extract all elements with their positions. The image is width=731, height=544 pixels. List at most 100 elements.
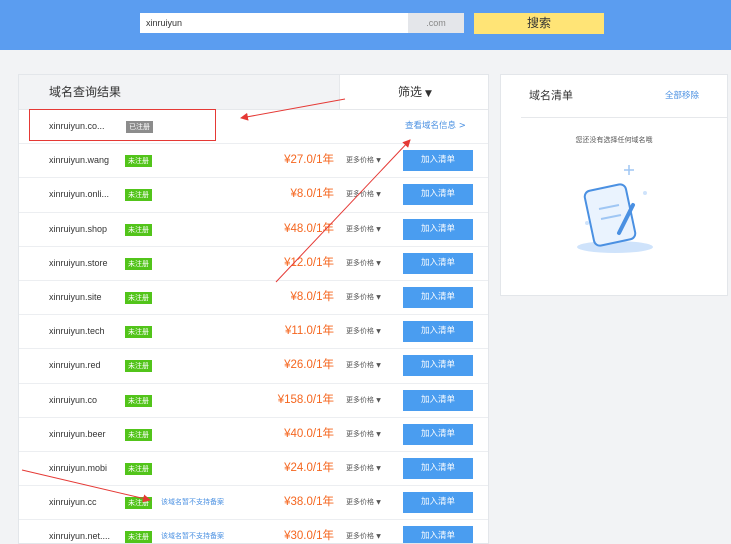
add-to-list-button[interactable]: 加入清单 <box>403 389 473 411</box>
caret-down-icon: ▼ <box>376 430 381 438</box>
add-to-list-button[interactable]: 加入清单 <box>403 355 473 377</box>
caret-down-icon: ▼ <box>376 259 381 267</box>
more-prices-label: 更多价格 <box>346 429 374 438</box>
search-button[interactable]: 搜索 <box>474 13 604 34</box>
top-search-bar: xinruiyun .com 搜索 <box>0 0 731 50</box>
status-badge-unregistered: 未注册 <box>125 189 152 202</box>
filter-button[interactable]: 筛选 ▼ <box>339 75 488 109</box>
more-prices-label: 更多价格 <box>346 498 374 507</box>
add-to-list-button[interactable]: 加入清单 <box>403 184 473 206</box>
more-prices-dropdown[interactable]: 更多价格 ▼ <box>346 349 381 382</box>
empty-list-text: 您还没有选择任何域名哦 <box>575 136 653 144</box>
view-domain-info-link[interactable]: 查看域名信息 > <box>405 110 466 143</box>
result-row: xinruiyun.wang 未注册 ¥27.0/1年 更多价格 ▼ 加入清单 <box>19 144 488 179</box>
price: ¥26.0/1年 <box>284 359 334 372</box>
more-prices-label: 更多价格 <box>346 258 374 267</box>
add-to-list-button[interactable]: 加入清单 <box>403 526 473 543</box>
more-prices-dropdown[interactable]: 更多价格 ▼ <box>346 452 381 485</box>
more-prices-label: 更多价格 <box>346 327 374 336</box>
annotation-highlight-box <box>29 109 216 141</box>
add-to-list-button[interactable]: 加入清单 <box>403 252 473 274</box>
status-badge-unregistered: 未注册 <box>125 326 152 339</box>
status-badge-unregistered: 未注册 <box>125 531 152 543</box>
results-panel: 域名查询结果 筛选 ▼ xinruiyun.co... 已注册 查看域名信息 > … <box>18 74 489 544</box>
add-to-list-button[interactable]: 加入清单 <box>403 150 473 172</box>
more-prices-label: 更多价格 <box>346 156 374 165</box>
more-prices-dropdown[interactable]: 更多价格 ▼ <box>346 144 381 177</box>
status-badge-unregistered: 未注册 <box>125 155 152 168</box>
caret-down-icon: ▼ <box>425 89 432 99</box>
remove-all-link[interactable]: 全部移除 <box>665 75 699 117</box>
cart-title: 域名清单 <box>529 89 573 102</box>
empty-list-illustration <box>577 165 653 253</box>
domain-suffix-select[interactable]: .com <box>408 13 464 33</box>
results-header: 域名查询结果 筛选 ▼ <box>19 75 488 110</box>
more-prices-dropdown[interactable]: 更多价格 ▼ <box>346 384 381 417</box>
more-prices-dropdown[interactable]: 更多价格 ▼ <box>346 520 381 543</box>
result-row: xinruiyun.red 未注册 ¥26.0/1年 更多价格 ▼ 加入清单 <box>19 349 488 384</box>
caret-down-icon: ▼ <box>376 157 381 165</box>
result-row: xinruiyun.site 未注册 ¥8.0/1年 更多价格 ▼ 加入清单 <box>19 281 488 316</box>
price: ¥40.0/1年 <box>284 427 334 440</box>
more-prices-dropdown[interactable]: 更多价格 ▼ <box>346 178 381 211</box>
price: ¥8.0/1年 <box>290 290 334 303</box>
more-prices-dropdown[interactable]: 更多价格 ▼ <box>346 315 381 348</box>
caret-down-icon: ▼ <box>376 499 381 507</box>
domain-name: xinruiyun.onli... <box>49 189 110 200</box>
no-filing-support-note: 该域名暂不支持备案 <box>161 498 224 507</box>
caret-down-icon: ▼ <box>376 328 381 336</box>
result-row: xinruiyun.beer 未注册 ¥40.0/1年 更多价格 ▼ 加入清单 <box>19 418 488 452</box>
add-to-list-button[interactable]: 加入清单 <box>403 457 473 479</box>
result-row: xinruiyun.onli... 未注册 ¥8.0/1年 更多价格 ▼ 加入清… <box>19 178 488 213</box>
result-row: xinruiyun.net.... 未注册 该域名暂不支持备案 ¥30.0/1年… <box>19 520 488 543</box>
add-to-list-button[interactable]: 加入清单 <box>403 321 473 343</box>
result-row: xinruiyun.co 未注册 ¥158.0/1年 更多价格 ▼ 加入清单 <box>19 384 488 418</box>
domain-search-input[interactable]: xinruiyun <box>140 13 408 33</box>
more-prices-label: 更多价格 <box>346 361 374 370</box>
status-badge-unregistered: 未注册 <box>125 394 152 407</box>
domain-name: xinruiyun.site <box>49 291 102 302</box>
more-prices-dropdown[interactable]: 更多价格 ▼ <box>346 281 381 314</box>
divider <box>521 117 727 118</box>
domain-name: xinruiyun.tech <box>49 326 105 337</box>
more-prices-label: 更多价格 <box>346 190 374 199</box>
caret-down-icon: ▼ <box>376 533 381 541</box>
domain-name: xinruiyun.beer <box>49 428 106 439</box>
price: ¥30.0/1年 <box>284 530 334 543</box>
caret-down-icon: ▼ <box>376 191 381 199</box>
more-prices-dropdown[interactable]: 更多价格 ▼ <box>346 247 381 280</box>
status-badge-unregistered: 未注册 <box>125 257 152 270</box>
add-to-list-button[interactable]: 加入清单 <box>403 286 473 308</box>
status-badge-unregistered: 未注册 <box>125 462 152 475</box>
domain-name: xinruiyun.mobi <box>49 462 108 473</box>
price: ¥27.0/1年 <box>284 154 334 167</box>
domain-name: xinruiyun.cc <box>49 497 97 508</box>
result-row: xinruiyun.shop 未注册 ¥48.0/1年 更多价格 ▼ 加入清单 <box>19 213 488 247</box>
status-badge-unregistered: 未注册 <box>125 291 152 304</box>
domain-list-panel: 域名清单 全部移除 您还没有选择任何域名哦 <box>500 74 728 296</box>
more-prices-label: 更多价格 <box>346 532 374 541</box>
domain-name: xinruiyun.net.... <box>49 531 111 542</box>
price: ¥12.0/1年 <box>284 256 334 269</box>
no-filing-support-note: 该域名暂不支持备案 <box>161 532 224 541</box>
domain-name: xinruiyun.co <box>49 394 98 405</box>
more-prices-dropdown[interactable]: 更多价格 ▼ <box>346 418 381 451</box>
add-to-list-button[interactable]: 加入清单 <box>403 218 473 240</box>
status-badge-unregistered: 未注册 <box>125 428 152 441</box>
price: ¥48.0/1年 <box>284 222 334 235</box>
result-row: xinruiyun.mobi 未注册 ¥24.0/1年 更多价格 ▼ 加入清单 <box>19 452 488 487</box>
add-to-list-button[interactable]: 加入清单 <box>403 423 473 445</box>
add-to-list-button[interactable]: 加入清单 <box>403 492 473 514</box>
price: ¥8.0/1年 <box>290 188 334 201</box>
more-prices-dropdown[interactable]: 更多价格 ▼ <box>346 213 381 246</box>
caret-down-icon: ▼ <box>376 225 381 233</box>
domain-name: xinruiyun.wang <box>49 155 110 166</box>
domain-name: xinruiyun.shop <box>49 223 108 234</box>
caret-down-icon: ▼ <box>376 293 381 301</box>
caret-down-icon: ▼ <box>376 396 381 404</box>
status-badge-unregistered: 未注册 <box>125 223 152 236</box>
result-row: xinruiyun.store 未注册 ¥12.0/1年 更多价格 ▼ 加入清单 <box>19 247 488 281</box>
more-prices-label: 更多价格 <box>346 292 374 301</box>
more-prices-dropdown[interactable]: 更多价格 ▼ <box>346 486 381 519</box>
price: ¥24.0/1年 <box>284 461 334 474</box>
